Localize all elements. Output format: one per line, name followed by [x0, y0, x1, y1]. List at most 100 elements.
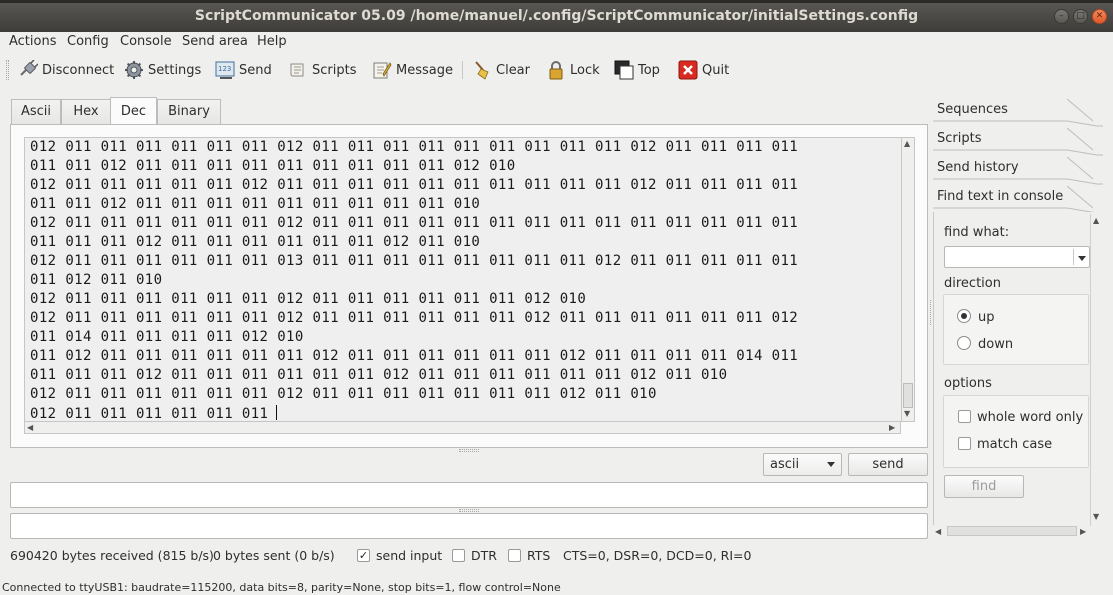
- rtab-sequences[interactable]: Sequences: [933, 99, 1103, 127]
- find-what-combo[interactable]: [944, 246, 1090, 268]
- settings-button[interactable]: Settings: [124, 58, 201, 82]
- dtr-label: DTR: [471, 548, 497, 563]
- splitter-handle[interactable]: [459, 449, 479, 452]
- find-what-input[interactable]: [947, 249, 1071, 265]
- scroll-up-icon[interactable]: ▲: [1093, 216, 1099, 225]
- rtab-send-history[interactable]: Send history: [933, 157, 1103, 185]
- find-what-label: find what:: [944, 225, 1010, 240]
- scroll-right-icon[interactable]: ▶: [1080, 527, 1086, 536]
- scripts-label: Scripts: [312, 62, 357, 78]
- scroll-down-icon[interactable]: ▼: [1093, 512, 1099, 521]
- whole-word-checkbox[interactable]: [958, 410, 971, 423]
- whole-word-label: whole word only: [977, 410, 1084, 425]
- rtab-scripts-label: Scripts: [937, 131, 982, 146]
- scroll-left-icon[interactable]: ◀: [935, 527, 941, 536]
- toolbar-grip[interactable]: [6, 60, 9, 80]
- console-line: 011 014 011 011 011 011 012 010: [30, 329, 304, 345]
- rts-checkbox[interactable]: [508, 549, 521, 562]
- send-input-label: send input: [376, 548, 443, 563]
- tab-ascii[interactable]: Ascii: [11, 99, 61, 125]
- menu-bar: Actions Config Console Send area Help: [0, 32, 1113, 53]
- find-panel-horizontal-scrollbar[interactable]: ◀ ▶: [933, 525, 1090, 538]
- send-input-checkbox[interactable]: ✓: [357, 549, 370, 562]
- bytes-received: 690420 bytes received (815 b/s): [10, 548, 214, 563]
- console-line: 011 012 011 011 011 011 011 011 012 011 …: [30, 348, 799, 364]
- options-group: [943, 395, 1089, 468]
- top-label: Top: [638, 62, 660, 78]
- splitter-handle-2[interactable]: [459, 509, 479, 512]
- send-toolbar-label: Send: [239, 62, 272, 78]
- direction-up-label: up: [978, 310, 995, 325]
- menu-config[interactable]: Config: [67, 34, 109, 49]
- direction-label: direction: [944, 276, 1001, 291]
- scripts-button[interactable]: Scripts: [288, 58, 356, 82]
- console-line: 011 012 011 010: [30, 272, 163, 288]
- tab-dec[interactable]: Dec: [110, 97, 157, 125]
- rtab-find-text-label: Find text in console: [937, 189, 1064, 204]
- menu-console[interactable]: Console: [120, 34, 172, 49]
- clear-button[interactable]: Clear: [472, 58, 530, 82]
- console-line: 011 011 012 011 011 011 011 011 011 011 …: [30, 196, 481, 212]
- gear-icon: [124, 60, 144, 80]
- direction-down-radio[interactable]: [957, 336, 971, 350]
- message-button[interactable]: Message: [372, 58, 453, 82]
- console-line: 012 011 011 011 011 011 012 011 011 011 …: [30, 177, 799, 193]
- scroll-thumb[interactable]: [903, 383, 913, 408]
- chevron-down-icon: [827, 462, 835, 467]
- maximize-icon[interactable]: □: [1073, 9, 1088, 24]
- connection-status: Connected to ttyUSB1: baudrate=115200, d…: [2, 581, 561, 594]
- tab-binary[interactable]: Binary: [157, 99, 221, 125]
- rtab-send-history-label: Send history: [937, 160, 1019, 175]
- menu-help[interactable]: Help: [257, 34, 287, 49]
- direction-up-radio[interactable]: [957, 309, 971, 323]
- send-format-select[interactable]: ascii: [763, 453, 842, 476]
- find-button[interactable]: find: [944, 475, 1024, 498]
- find-panel-vertical-scrollbar[interactable]: ▲ ▼: [1090, 214, 1103, 526]
- scroll-up-icon[interactable]: ▲: [904, 139, 910, 148]
- close-icon[interactable]: ✕: [1092, 9, 1107, 24]
- disconnect-button[interactable]: Disconnect: [18, 58, 114, 82]
- rts-label: RTS: [527, 548, 551, 563]
- scroll-right-icon[interactable]: ▶: [889, 423, 895, 432]
- scroll-down-icon[interactable]: ▼: [904, 409, 910, 418]
- minimize-icon[interactable]: –: [1054, 9, 1069, 24]
- rtab-scripts[interactable]: Scripts: [933, 128, 1103, 156]
- message-label: Message: [396, 62, 453, 78]
- quit-button[interactable]: Quit: [678, 58, 729, 82]
- match-case-label: match case: [977, 437, 1053, 452]
- send-icon: 123: [215, 60, 235, 80]
- toolbar: Disconnect Settings 123 Send Scripts Mes…: [0, 54, 1113, 86]
- menu-send-area[interactable]: Send area: [182, 34, 248, 49]
- dtr-checkbox[interactable]: [452, 549, 465, 562]
- console-vertical-scrollbar[interactable]: ▲ ▼: [901, 137, 915, 422]
- console-line: 011 011 011 012 011 011 011 011 011 011 …: [30, 367, 728, 383]
- console-horizontal-scrollbar[interactable]: ◀ ▶: [24, 421, 901, 434]
- menu-actions[interactable]: Actions: [9, 34, 57, 49]
- bytes-sent: 0 bytes sent (0 b/s): [213, 548, 335, 563]
- console-line: 012 011 011 011 011 011 011 012 011 011 …: [30, 215, 799, 231]
- modem-lines: CTS=0, DSR=0, DCD=0, RI=0: [563, 548, 752, 563]
- top-button[interactable]: Top: [614, 58, 660, 82]
- chevron-down-icon[interactable]: [1078, 256, 1086, 261]
- lock-icon: [546, 60, 566, 80]
- send-format-value: ascii: [770, 457, 800, 472]
- window-title: ScriptCommunicator 05.09 /home/manuel/.c…: [194, 8, 919, 24]
- options-label: options: [944, 376, 992, 391]
- lock-button[interactable]: Lock: [546, 58, 600, 82]
- quit-label: Quit: [702, 62, 730, 78]
- scroll-thumb[interactable]: [947, 526, 1077, 536]
- scroll-left-icon[interactable]: ◀: [27, 423, 33, 432]
- quit-icon: [678, 60, 698, 80]
- console-line: 012 011 011 011 011 011 011 012 011 011 …: [30, 291, 587, 307]
- disconnect-label: Disconnect: [42, 62, 115, 78]
- match-case-checkbox[interactable]: [958, 437, 971, 450]
- send-input[interactable]: [10, 482, 928, 508]
- console-line: 012 011 011 011 011 011 011: [30, 405, 278, 421]
- tab-hex[interactable]: Hex: [61, 99, 111, 125]
- panel-splitter-handle[interactable]: [930, 300, 933, 325]
- send-button[interactable]: send: [848, 453, 928, 476]
- console-output[interactable]: 012 011 011 011 011 011 011 012 011 011 …: [24, 137, 915, 422]
- rtab-find-text[interactable]: Find text in console: [933, 186, 1103, 214]
- send-input-2[interactable]: [10, 513, 928, 539]
- send-toolbar-button[interactable]: 123 Send: [215, 58, 272, 82]
